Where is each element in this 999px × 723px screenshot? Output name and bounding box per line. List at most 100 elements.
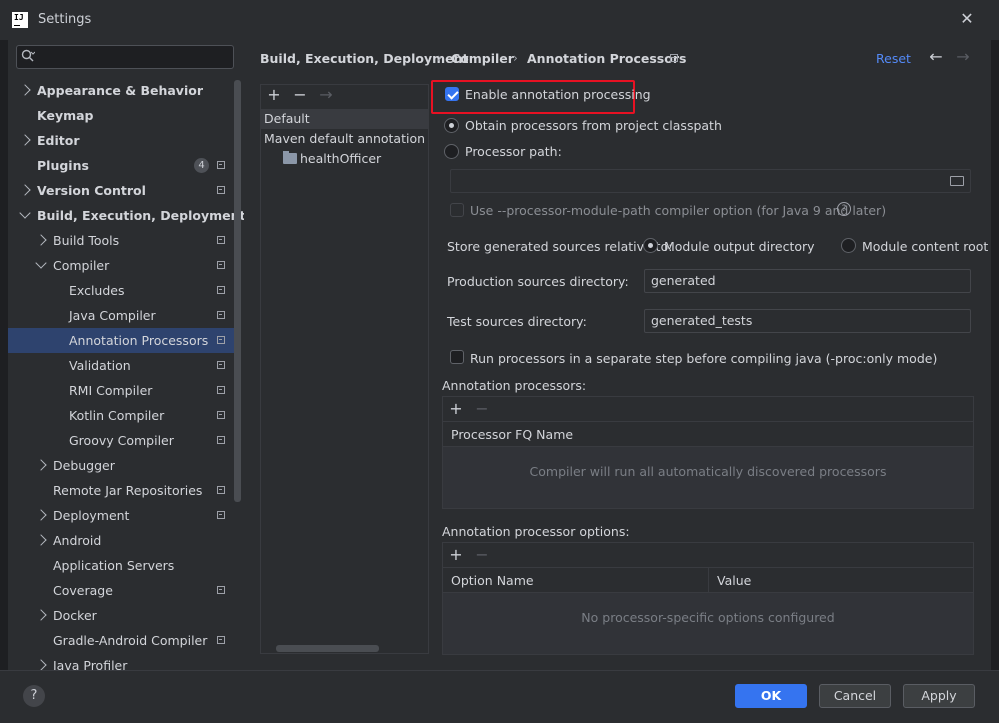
back-arrow-icon[interactable]: ← (927, 47, 945, 67)
run-separate-step-checkbox[interactable] (450, 350, 464, 364)
sidebar-item-keymap[interactable]: Keymap (8, 103, 236, 128)
enable-annotation-processing-checkbox[interactable] (445, 87, 459, 101)
browse-folder-icon[interactable] (950, 176, 964, 186)
processor-fq-name-column[interactable]: Processor FQ Name (451, 427, 573, 442)
breadcrumb-separator: › (437, 51, 442, 65)
profile-default[interactable]: Default (261, 109, 428, 129)
annotation-processors-table: + − Processor FQ Name Compiler will run … (442, 396, 974, 509)
processor-options-title: Annotation processor options: (442, 524, 630, 539)
empty-state-text: No processor-specific options configured (581, 610, 835, 625)
module-content-root-label: Module content root (862, 239, 989, 254)
breadcrumb-compiler[interactable]: Compiler (451, 51, 514, 66)
module-label: healthOfficer (300, 151, 382, 166)
project-settings-icon (217, 486, 225, 494)
sidebar-item-rmi-compiler[interactable]: RMI Compiler (8, 378, 236, 403)
sidebar-item-gradle-android-compiler[interactable]: Gradle-Android Compiler (8, 628, 236, 653)
production-sources-input[interactable]: generated (644, 269, 971, 293)
sidebar-item-editor[interactable]: Editor (8, 128, 236, 153)
profile-maven-default[interactable]: Maven default annotation processors prof… (261, 129, 428, 149)
intellij-app-icon: IJ (12, 12, 28, 28)
project-settings-icon (217, 311, 225, 319)
title-bar (0, 0, 999, 40)
sidebar-item-build-execution-deployment[interactable]: Build, Execution, Deployment (8, 203, 245, 228)
obtain-from-classpath-radio[interactable] (444, 118, 459, 133)
sidebar-item-kotlin-compiler[interactable]: Kotlin Compiler (8, 403, 236, 428)
search-input[interactable] (16, 45, 234, 69)
project-settings-icon (217, 511, 225, 519)
project-settings-icon (217, 236, 225, 244)
chevron-down-icon (35, 257, 47, 269)
help-button[interactable]: ? (23, 685, 45, 707)
sidebar-item-coverage[interactable]: Coverage (8, 578, 236, 603)
option-name-column[interactable]: Option Name (451, 573, 534, 588)
sidebar-item-annotation-processors[interactable]: Annotation Processors (8, 328, 236, 353)
add-profile-button[interactable]: + (265, 85, 283, 105)
move-profile-button[interactable]: → (317, 85, 335, 105)
run-separate-step-label: Run processors in a separate step before… (470, 351, 938, 366)
profiles-horizontal-scrollbar[interactable] (276, 645, 379, 652)
chevron-right-icon (35, 609, 47, 621)
module-output-directory-radio[interactable] (643, 238, 658, 253)
remove-processor-button[interactable]: − (473, 399, 491, 419)
processor-path-radio[interactable] (444, 144, 459, 159)
close-icon[interactable]: ✕ (958, 10, 976, 28)
profile-label: Maven default annotation processors prof… (264, 131, 428, 146)
sidebar-item-java-compiler[interactable]: Java Compiler (8, 303, 236, 328)
add-option-button[interactable]: + (447, 545, 465, 565)
sidebar-item-validation[interactable]: Validation (8, 353, 236, 378)
sidebar-item-deployment[interactable]: Deployment (8, 503, 236, 528)
sidebar-item-groovy-compiler[interactable]: Groovy Compiler (8, 428, 236, 453)
value-column[interactable]: Value (717, 573, 751, 588)
chevron-right-icon (35, 659, 47, 670)
project-settings-icon (217, 386, 225, 394)
sidebar-item-java-profiler[interactable]: Java Profiler (8, 653, 236, 670)
apply-button[interactable]: Apply (903, 684, 975, 708)
chevron-right-icon (19, 84, 31, 96)
forward-arrow-icon[interactable]: → (954, 47, 972, 67)
sidebar-item-appearance-behavior[interactable]: Appearance & Behavior (8, 78, 236, 103)
sidebar-item-application-servers[interactable]: Application Servers (8, 553, 236, 578)
sidebar-item-docker[interactable]: Docker (8, 603, 236, 628)
ok-button[interactable]: OK (735, 684, 807, 708)
module-health-officer[interactable]: healthOfficer (261, 149, 428, 169)
sidebar-item-debugger[interactable]: Debugger (8, 453, 236, 478)
add-processor-button[interactable]: + (447, 399, 465, 419)
sidebar-item-build-tools[interactable]: Build Tools (8, 228, 236, 253)
processor-options-table: + − Option Name Value No processor-speci… (442, 542, 974, 655)
sidebar-item-label: Debugger (53, 458, 115, 473)
processor-path-field[interactable] (450, 169, 971, 193)
table-body: Compiler will run all automatically disc… (443, 447, 973, 508)
sidebar-item-label: Build, Execution, Deployment (37, 208, 246, 223)
breadcrumb-annotation-processors[interactable]: Annotation Processors (527, 51, 686, 66)
empty-state-text: Compiler will run all automatically disc… (529, 464, 887, 479)
sidebar-item-label: Kotlin Compiler (69, 408, 165, 423)
production-sources-label: Production sources directory: (447, 274, 629, 289)
sidebar-item-version-control[interactable]: Version Control (8, 178, 236, 203)
module-content-root-radio[interactable] (841, 238, 856, 253)
sidebar-item-compiler[interactable]: Compiler (8, 253, 236, 278)
sidebar-scrollbar[interactable] (234, 80, 241, 502)
sidebar-item-label: Java Profiler (53, 658, 128, 670)
sidebar-item-label: Deployment (53, 508, 130, 523)
sidebar-item-plugins[interactable]: Plugins 4 (8, 153, 236, 178)
remove-option-button[interactable]: − (473, 545, 491, 565)
plugins-update-badge: 4 (194, 158, 209, 173)
processor-module-path-checkbox[interactable] (450, 203, 464, 217)
sidebar-item-label: Editor (37, 133, 80, 148)
test-sources-input[interactable]: generated_tests (644, 309, 971, 333)
project-settings-icon (670, 54, 678, 62)
cancel-button[interactable]: Cancel (819, 684, 891, 708)
sidebar-item-label: Groovy Compiler (69, 433, 174, 448)
sidebar-item-excludes[interactable]: Excludes (8, 278, 236, 303)
sidebar-item-remote-jar-repositories[interactable]: Remote Jar Repositories (8, 478, 236, 503)
project-settings-icon (217, 636, 225, 644)
module-folder-icon (283, 151, 297, 164)
sidebar-item-label: Android (53, 533, 102, 548)
help-icon[interactable]: ? (837, 202, 851, 216)
sidebar-item-android[interactable]: Android (8, 528, 236, 553)
chevron-down-icon (19, 207, 31, 219)
table-header: Option Name Value (443, 568, 973, 593)
remove-profile-button[interactable]: − (291, 85, 309, 105)
reset-link[interactable]: Reset (876, 51, 911, 66)
chevron-right-icon (19, 134, 31, 146)
